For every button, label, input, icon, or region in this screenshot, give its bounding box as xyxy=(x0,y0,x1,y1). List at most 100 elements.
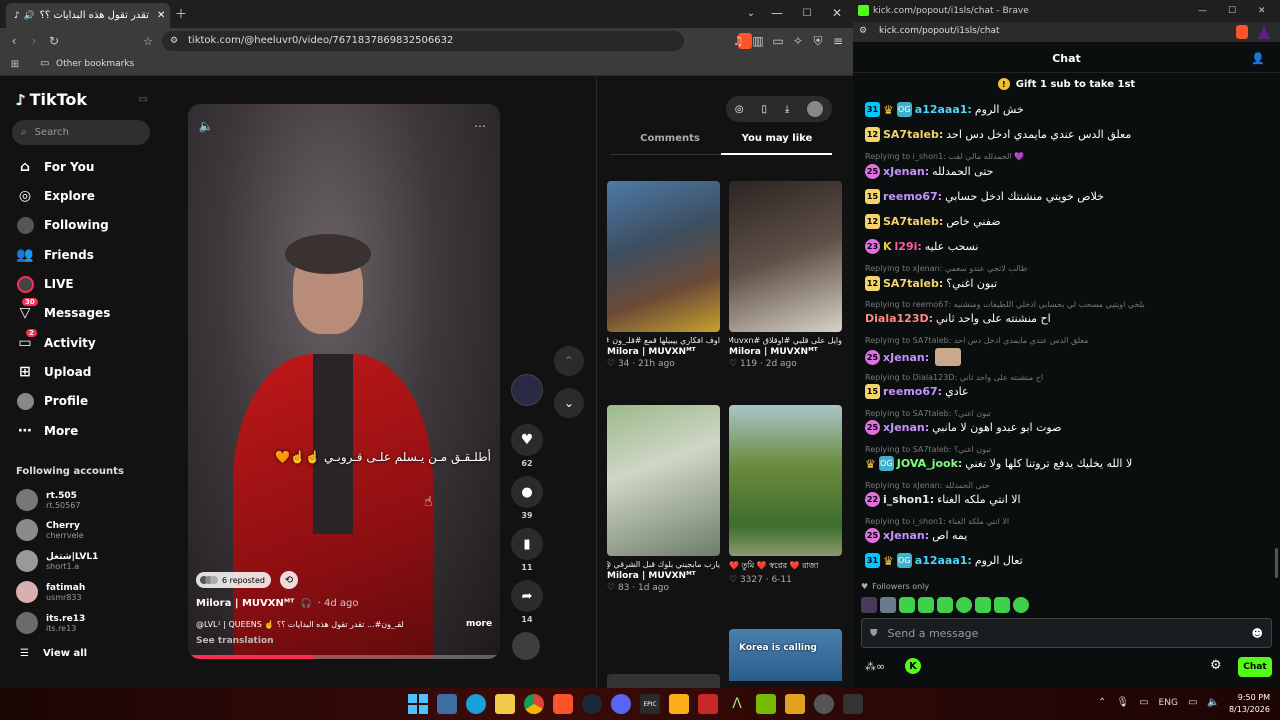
volume-icon[interactable]: 🔈 xyxy=(198,118,214,134)
emote-icon[interactable] xyxy=(975,597,991,613)
chat-message[interactable]: 12 SA7taleb: تبون اغني؟ xyxy=(865,276,997,291)
chat-users-icon[interactable]: 👤 xyxy=(1251,52,1265,65)
chat-message[interactable]: 12 SA7taleb: معلق الدس عندي مايمدي ادخل دس… xyxy=(865,127,1131,142)
emote-icon[interactable] xyxy=(861,597,877,613)
audio-icon[interactable]: 🔊 xyxy=(24,11,35,21)
account-item[interactable]: Cherry cherrvele xyxy=(16,519,84,541)
view-all-link[interactable]: ☰ View all xyxy=(20,648,87,659)
chat-message[interactable]: 15 reemo67: عادي xyxy=(865,384,969,399)
download-icon[interactable]: ⤓ xyxy=(785,104,789,115)
chat-message[interactable]: 31 ♛ OG a12aaa1: خش الروم xyxy=(865,102,1024,117)
pinned-gift-banner[interactable]: ! Gift 1 sub to take 1st xyxy=(853,78,1280,90)
widgets-icon[interactable] xyxy=(437,694,457,714)
emote-icon[interactable] xyxy=(899,597,915,613)
emote-icon[interactable] xyxy=(918,597,934,613)
see-translation[interactable]: See translation xyxy=(196,636,274,646)
bookmark-icon[interactable]: ☆ xyxy=(140,33,156,49)
like-button[interactable]: ♥ xyxy=(511,424,543,456)
save-button[interactable]: ▮ xyxy=(511,528,543,560)
account-item[interactable]: شتغل|LVL1 short1.a xyxy=(16,550,98,572)
tiktok-logo[interactable]: ♪ TikTok xyxy=(16,90,87,109)
video-player[interactable]: 🔈 ⋯ أطلـقـق مـن يـسلم علـى قـروبـي ☝️☝️🧡… xyxy=(188,104,500,659)
emoji-icon[interactable]: ☻ xyxy=(1252,627,1263,640)
chevron-up-icon[interactable]: ⌃ xyxy=(1098,697,1106,708)
chat-username[interactable]: l29i: xyxy=(895,240,922,253)
nav-upload[interactable]: ⊞ Upload xyxy=(16,363,91,381)
nav-more[interactable]: ⋯ More xyxy=(16,422,78,440)
menu-icon[interactable]: ≡ xyxy=(830,33,846,49)
chat-username[interactable]: xJenan: xyxy=(883,421,929,434)
suggested-video-card-partial[interactable] xyxy=(607,674,720,688)
reposted-chip[interactable]: 6 reposted xyxy=(196,572,271,588)
chat-message[interactable]: 25 xJenan: صوت ابو عبدو اهون لا مانبي xyxy=(865,420,1061,435)
close-tab-icon[interactable]: ✕ xyxy=(157,10,165,21)
maximize-icon[interactable]: ☐ xyxy=(1228,6,1236,16)
emote-icon[interactable] xyxy=(1013,597,1029,613)
tab-search-icon[interactable]: ⌄ xyxy=(744,6,758,20)
chat-message[interactable]: 15 reemo67: خلاص خويتي منشنتك ادخل حسابي xyxy=(865,189,1104,204)
points-icon[interactable]: ⁂∞ xyxy=(865,660,885,673)
repost-icon[interactable]: ⟲ xyxy=(280,571,298,589)
video-author[interactable]: Milora | MUVXNᴹᵀ xyxy=(196,598,294,609)
apps-icon[interactable]: ⊞ xyxy=(8,57,22,71)
new-tab-icon[interactable]: ＋ xyxy=(174,6,188,21)
chat-username[interactable]: xJenan: xyxy=(883,351,929,364)
chat-username[interactable]: a12aaa1: xyxy=(915,554,972,567)
leo-icon[interactable]: ✧ xyxy=(790,33,806,49)
maximize-icon[interactable]: ☐ xyxy=(800,6,814,20)
chat-username[interactable]: reemo67: xyxy=(883,385,942,398)
media-icon[interactable]: ♫ xyxy=(730,33,746,49)
close-window-icon[interactable]: ✕ xyxy=(830,6,844,20)
steam-icon[interactable] xyxy=(582,694,602,714)
wallet-icon[interactable]: ▭ xyxy=(770,33,786,49)
chat-username[interactable]: SA7taleb: xyxy=(883,128,943,141)
chat-username[interactable]: Diala123D: xyxy=(865,312,933,325)
forward-icon[interactable]: › xyxy=(26,33,42,49)
microphone-icon[interactable]: 🎙 xyxy=(1116,697,1129,708)
nav-friends[interactable]: 👥 Friends xyxy=(16,246,94,264)
suggested-video-card[interactable]: اوف افكاري ييبيلها قمع #قلـ_ون #Muvx #دا… xyxy=(607,181,720,369)
video-more-icon[interactable]: ⋯ xyxy=(472,118,488,134)
account-item[interactable]: its.re13 its.re13 xyxy=(16,612,85,634)
clock[interactable]: 9:50 PM 8/13/2026 xyxy=(1224,692,1270,716)
settings-icon[interactable]: ⚙ xyxy=(1210,658,1222,673)
account-item[interactable]: rt.505 rt.50567 xyxy=(16,489,80,511)
app-icon[interactable] xyxy=(814,694,834,714)
next-video-button[interactable]: ⌄ xyxy=(554,388,584,418)
nvidia-icon[interactable] xyxy=(756,694,776,714)
minimize-icon[interactable]: — xyxy=(1198,6,1207,16)
chat-message[interactable]: 12 SA7taleb: ضفني خاص xyxy=(865,214,1001,229)
comment-button[interactable]: ● xyxy=(511,476,543,508)
nav-explore[interactable]: ◎ Explore xyxy=(16,187,95,205)
rewards-icon[interactable] xyxy=(1258,25,1270,39)
network-icon[interactable]: ▭ xyxy=(1188,697,1197,708)
emote-icon[interactable] xyxy=(994,597,1010,613)
suggested-video-card[interactable]: يارب مابجيني بلوك قبل الشرقي @oFLaG #قلـ… xyxy=(607,405,720,593)
chat-send-button[interactable]: Chat xyxy=(1238,657,1272,677)
vpn-icon[interactable]: ⛨ xyxy=(810,33,826,49)
chat-message[interactable]: ♛ OG JOVA_jook: لا الله يخليك يدفع تروتنا ك… xyxy=(865,456,1132,471)
chat-username[interactable]: SA7taleb: xyxy=(883,277,943,290)
more-link[interactable]: more xyxy=(466,619,492,629)
site-info-icon[interactable]: ⚙ xyxy=(170,31,178,51)
sound-disc[interactable] xyxy=(512,632,540,660)
emote-icon[interactable] xyxy=(937,597,953,613)
tab-you-may-like[interactable]: You may like xyxy=(722,133,832,144)
search-input[interactable]: ⌕ Search xyxy=(12,120,150,145)
chat-message[interactable]: 22 i_shon1: الا انتي ملكه الغناء xyxy=(865,492,1021,507)
nav-following[interactable]: Following xyxy=(16,216,109,234)
app-icon[interactable] xyxy=(698,694,718,714)
chat-message[interactable]: Diala123D: اح منشنته على واحد ثاني xyxy=(865,312,1051,325)
nav-live[interactable]: LIVE xyxy=(16,275,74,293)
file-explorer-icon[interactable] xyxy=(495,694,515,714)
brave-shield-icon[interactable] xyxy=(1236,25,1248,39)
nav-for-you[interactable]: ⌂ For You xyxy=(16,158,94,176)
user-avatar[interactable] xyxy=(807,101,824,117)
other-bookmarks[interactable]: Other bookmarks xyxy=(56,59,134,69)
reload-icon[interactable]: ↻ xyxy=(46,33,62,49)
minimize-icon[interactable]: — xyxy=(770,6,784,20)
chat-message[interactable]: 25 xJenan: حتى الحمدلله xyxy=(865,164,993,179)
chat-scrollbar[interactable] xyxy=(1275,548,1278,578)
nav-activity[interactable]: ▭ 2 Activity xyxy=(16,329,96,352)
kick-url[interactable]: kick.com/popout/i1sls/chat xyxy=(879,26,1000,36)
